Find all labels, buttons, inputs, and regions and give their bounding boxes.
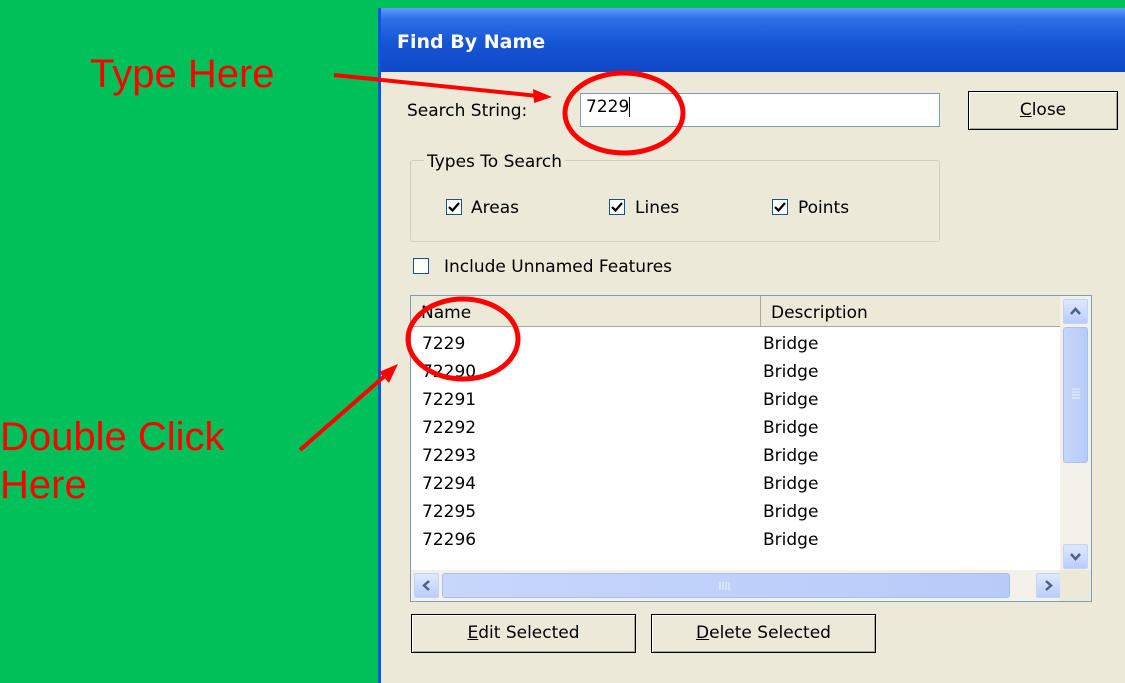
search-string-value: 7229 — [586, 97, 630, 117]
lines-label: Lines — [635, 198, 680, 218]
list-item[interactable]: 7229 Bridge — [411, 328, 1081, 356]
edit-selected-accel: E — [467, 623, 479, 643]
results-listview[interactable]: Name Description 7229 Bridge 72290 Bridge … — [410, 295, 1092, 602]
areas-label: Areas — [471, 198, 519, 218]
text-caret — [629, 97, 631, 117]
grip-icon — [719, 582, 730, 590]
row-name: 72296 — [422, 530, 477, 550]
list-rows: 7229 Bridge 72290 Bridge 72291 Bridge 72292… — [411, 328, 1081, 552]
row-description: Bridge — [763, 530, 819, 550]
points-checkbox[interactable] — [772, 199, 788, 215]
edit-selected-label: dit Selected — [478, 623, 580, 643]
annotation-type-here: Type Here — [90, 52, 275, 96]
title-bar[interactable]: Find By Name — [381, 8, 1125, 72]
search-string-label: Search String: — [407, 101, 528, 121]
list-item[interactable]: 72291 Bridge — [411, 384, 1081, 412]
horizontal-scrollbar[interactable] — [411, 570, 1061, 601]
list-item[interactable]: 72296 Bridge — [411, 524, 1081, 552]
chevron-up-icon — [1070, 307, 1081, 315]
lines-checkbox[interactable] — [609, 199, 625, 215]
column-header-description[interactable]: Description — [761, 296, 1081, 326]
checkmark-icon — [611, 202, 623, 213]
scroll-down-button[interactable] — [1063, 544, 1088, 569]
close-button-accel: C — [1019, 100, 1032, 120]
column-header-name[interactable]: Name — [411, 296, 761, 326]
list-item[interactable]: 72292 Bridge — [411, 412, 1081, 440]
close-button-label: lose — [1031, 100, 1067, 120]
delete-selected-label: elete Selected — [709, 623, 831, 643]
scrollbar-corner — [1060, 570, 1091, 601]
areas-checkbox[interactable] — [446, 199, 462, 215]
edit-selected-button[interactable]: Edit Selected — [411, 614, 636, 653]
list-item[interactable]: 72290 Bridge — [411, 356, 1081, 384]
vertical-scrollbar[interactable] — [1060, 296, 1091, 572]
find-by-name-dialog: Find By Name Search String: 7229 Close T… — [378, 8, 1125, 683]
search-string-input[interactable]: 7229 — [580, 93, 940, 127]
chevron-down-icon — [1070, 553, 1081, 561]
types-to-search-label: Types To Search — [424, 152, 566, 172]
points-label: Points — [798, 198, 850, 218]
close-button[interactable]: Close — [968, 91, 1118, 130]
annotation-double-click-here: Double Click Here — [0, 415, 225, 507]
chevron-left-icon — [422, 580, 430, 591]
window-title: Find By Name — [397, 31, 546, 53]
delete-selected-accel: D — [696, 623, 710, 643]
scroll-up-button[interactable] — [1063, 299, 1088, 324]
list-item[interactable]: 72294 Bridge — [411, 468, 1081, 496]
horizontal-scroll-thumb[interactable] — [442, 573, 1010, 598]
list-item[interactable]: 72295 Bridge — [411, 496, 1081, 524]
include-unnamed-checkbox[interactable] — [413, 258, 429, 274]
scroll-right-button[interactable] — [1036, 573, 1061, 598]
list-header: Name Description — [411, 296, 1081, 327]
checkmark-icon — [774, 202, 786, 213]
vertical-scroll-thumb[interactable] — [1063, 327, 1088, 463]
list-item[interactable]: 72293 Bridge — [411, 440, 1081, 468]
include-unnamed-label: Include Unnamed Features — [444, 257, 673, 277]
grip-icon — [1072, 388, 1080, 399]
scroll-left-button[interactable] — [414, 573, 439, 598]
delete-selected-button[interactable]: Delete Selected — [651, 614, 876, 653]
chevron-right-icon — [1045, 580, 1053, 591]
checkmark-icon — [448, 202, 460, 213]
